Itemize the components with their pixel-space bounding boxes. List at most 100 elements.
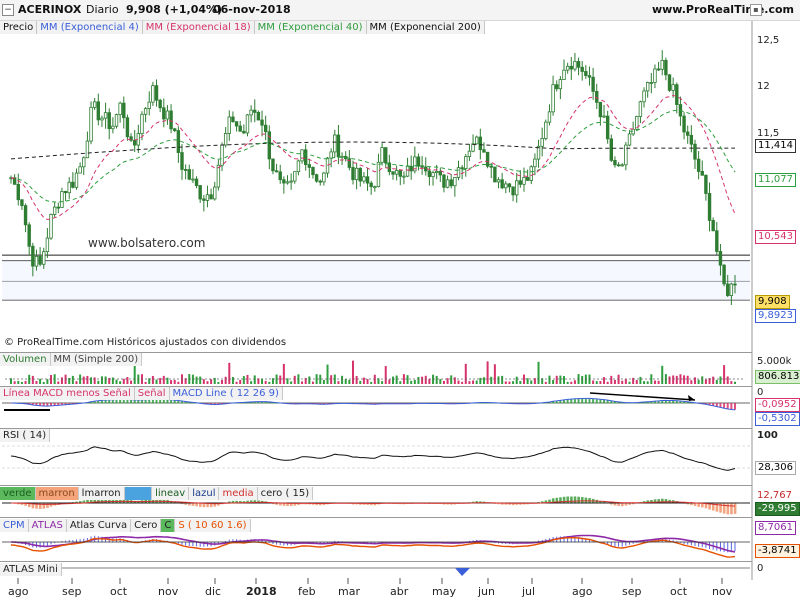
volume-bar [115,379,118,384]
candle-body [518,180,523,185]
candle-body [194,178,199,186]
candle-body [333,134,337,153]
candle-body [580,66,584,72]
candle-body [394,170,399,175]
candle-body [351,167,355,181]
volume-bar [202,379,205,384]
legend-atlas-curva[interactable]: Atlas Curva [66,519,132,532]
legend-rsi[interactable]: RSI ( 14) [0,429,51,442]
cpm-bar [621,542,623,547]
candle-body [314,174,319,182]
volume-bar [413,379,416,384]
volume-bar [715,379,718,384]
x-axis-tick: dic [205,585,222,598]
volume-bar [293,375,296,384]
cpm-bar [625,542,627,546]
candle-body [71,181,75,188]
cpm-bar [614,542,616,547]
legend-atlas[interactable]: ATLAS [28,519,67,532]
volume-bar [428,378,431,384]
volume-bar [100,376,103,384]
candle-body [278,171,282,181]
legend-media[interactable]: media [219,487,258,500]
macd-hist-bar [151,399,154,404]
volume-bar [410,380,413,384]
volume-bar [675,375,678,384]
candle-body [638,101,643,117]
volume-bar [690,380,693,384]
x-axis-tick: oct [110,585,128,598]
cpm-bar [610,542,612,546]
candle-body [293,171,297,182]
chart-canvas[interactable] [0,0,800,600]
legend-volume[interactable]: Volumen [0,353,51,366]
candle-body [431,172,435,178]
legend-atlas-mini[interactable]: ATLAS Mini [0,563,62,576]
volume-bar [435,375,438,384]
candle-body [507,183,512,188]
volume-bar [319,374,322,384]
candle-body [78,166,82,174]
candle-body [631,128,635,135]
volume-bar [704,379,707,384]
x-axis-tick: may [432,585,456,598]
legend-cero2[interactable]: Cero [131,519,162,532]
volume-bar [133,364,136,384]
legend-cpm[interactable]: CPM [0,519,29,532]
candle-body [591,76,595,92]
price-axis-tick: 11,5 [757,128,780,139]
volume-bar [210,379,213,384]
legend-s[interactable]: S ( 10 60 1.6) [175,519,251,532]
cpm-bar [192,542,194,547]
macd-hist-bar [126,399,129,404]
legend-azul[interactable]: azul [124,487,153,500]
x-axis-tick: nov [158,585,179,598]
legend-marron[interactable]: marron [35,487,79,500]
candle-body [460,167,464,170]
ema200-value-box: 11,414 [755,139,796,153]
legend-verde[interactable]: verde [0,487,36,500]
candle-body [376,161,381,188]
candle-body [122,102,126,119]
volume-bar [537,361,540,384]
cpm-bar [734,542,736,552]
candle-body [707,193,712,221]
volume-bar [195,376,198,384]
volume-bar [177,381,180,384]
volume-bar [606,381,609,384]
legend-lazul[interactable]: lazul [189,487,220,500]
macd-line-box: -0,5302 [755,412,800,426]
candle-body [118,102,122,115]
volume-bar [217,381,220,384]
macd-hist-bar [661,400,664,404]
cpm-bar [694,542,696,547]
legend-cero[interactable]: cero ( 15) [257,487,314,500]
candle-body [322,172,326,183]
volume-bar [311,381,314,384]
legend-lmarron[interactable]: lmarron [78,487,125,500]
legend-macd-hist[interactable]: Línea MACD menos Señal [0,387,135,400]
candle-body [285,181,290,184]
legend-macd-signal[interactable]: Señal [134,387,170,400]
legend-c[interactable]: C [161,519,176,532]
candle-body [482,149,486,153]
candle-body [173,128,177,131]
legend-volume-ma[interactable]: MM (Simple 200) [50,353,143,366]
volume-bar [82,376,85,384]
candle-body [231,116,235,123]
volume-bar [268,381,271,384]
volume-bar [290,381,293,384]
candle-body [67,181,71,194]
x-axis-tick: abr [390,585,409,598]
legend-macd-line[interactable]: MACD Line ( 12 26 9) [169,387,283,400]
volume-bar [395,375,398,384]
arrow-head-icon [688,395,695,401]
candle-body [569,65,573,70]
volume-bar [20,381,23,384]
legend-lineav[interactable]: lineav [152,487,190,500]
volume-bar [392,376,395,384]
candle-body [256,111,261,121]
volume-bar [639,376,642,384]
candle-body [667,74,672,91]
macd-hist-bar [599,399,602,404]
